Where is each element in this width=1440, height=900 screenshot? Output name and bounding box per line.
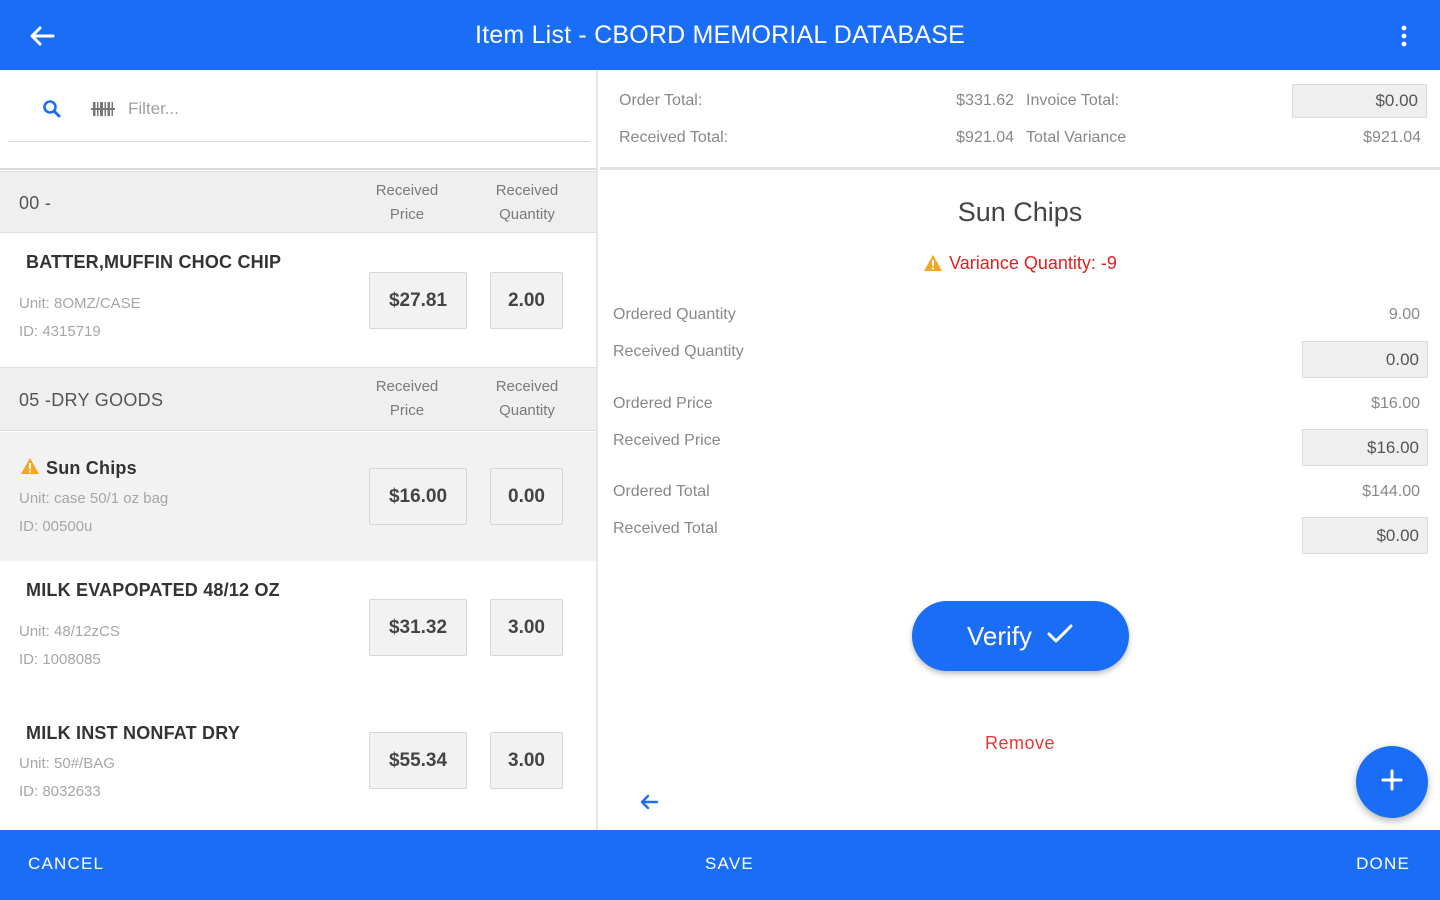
- item-unit: Unit: 8OMZ/CASE: [19, 295, 141, 312]
- done-button[interactable]: DONE: [1356, 854, 1410, 874]
- col-header-received-price: Received Price: [375, 182, 439, 223]
- remove-button[interactable]: Remove: [600, 733, 1440, 754]
- item-detail-pane: Order Total: $331.62 Invoice Total: $0.0…: [600, 70, 1440, 830]
- total-variance-label: Total Variance: [1026, 129, 1127, 146]
- totals-summary: Order Total: $331.62 Invoice Total: $0.0…: [600, 70, 1440, 170]
- list-item[interactable]: MILK EVAPOPATED 48/12 OZ Unit: 48/12zCS …: [0, 561, 596, 696]
- back-arrow-icon[interactable]: [638, 792, 660, 812]
- filter-underline: [8, 141, 590, 142]
- warning-icon: [20, 457, 40, 475]
- received-total-label: Received Total: [613, 520, 718, 537]
- item-name: Sun Chips: [46, 458, 137, 478]
- barcode-icon[interactable]: [90, 97, 116, 121]
- group-name: 00 -: [19, 193, 52, 213]
- ordered-price-value: $16.00: [1371, 395, 1420, 412]
- received-total-label: Received Total:: [619, 129, 729, 146]
- item-name: BATTER,MUFFIN CHOC CHIP: [26, 252, 282, 272]
- received-total-input[interactable]: $0.00: [1302, 517, 1428, 554]
- item-id: ID: 4315719: [19, 323, 101, 340]
- col-header-received-quantity: Received Quantity: [495, 378, 559, 419]
- item-id: ID: 1008085: [19, 651, 101, 668]
- item-id: ID: 8032633: [19, 783, 101, 800]
- item-name: MILK EVAPOPATED 48/12 OZ: [26, 580, 280, 600]
- received-quantity-input[interactable]: 0.00: [490, 468, 563, 525]
- received-quantity-input[interactable]: 2.00: [490, 272, 563, 329]
- item-id: ID: 00500u: [19, 518, 93, 535]
- bottom-action-bar: CANCEL SAVE DONE: [0, 830, 1440, 900]
- ordered-price-label: Ordered Price: [613, 395, 713, 412]
- variance-warning: Variance Quantity: -9: [600, 253, 1440, 274]
- group-header: 05 -DRY GOODS Received Price Received Qu…: [0, 367, 596, 431]
- save-button[interactable]: SAVE: [705, 854, 754, 874]
- filter-bar: [0, 70, 596, 170]
- received-price-input[interactable]: $16.00: [369, 468, 467, 525]
- variance-text: Variance Quantity: -9: [949, 253, 1117, 273]
- received-price-label: Received Price: [613, 432, 721, 449]
- received-price-input[interactable]: $55.34: [369, 732, 467, 789]
- app-bar: Item List - CBORD MEMORIAL DATABASE: [0, 0, 1440, 70]
- page-title: Item List - CBORD MEMORIAL DATABASE: [475, 21, 965, 49]
- group-header: 00 - Received Price Received Quantity: [0, 171, 596, 233]
- plus-icon: [1380, 768, 1404, 797]
- received-quantity-input[interactable]: 3.00: [490, 732, 563, 789]
- received-quantity-input[interactable]: 0.00: [1302, 341, 1428, 378]
- order-total-value: $331.62: [956, 92, 1014, 109]
- item-unit: Unit: case 50/1 oz bag: [19, 490, 169, 507]
- group-name: 05 -DRY GOODS: [19, 390, 164, 410]
- ordered-quantity-value: 9.00: [1388, 306, 1420, 323]
- verify-label: Verify: [966, 620, 1033, 651]
- invoice-total-label: Invoice Total:: [1026, 92, 1120, 109]
- col-header-received-quantity: Received Quantity: [495, 182, 559, 223]
- received-price-input[interactable]: $16.00: [1302, 429, 1428, 466]
- add-item-button[interactable]: [1356, 746, 1428, 818]
- received-total-value: $921.04: [956, 129, 1014, 146]
- received-price-input[interactable]: $27.81: [369, 272, 467, 329]
- ordered-quantity-label: Ordered Quantity: [613, 306, 736, 323]
- cancel-button[interactable]: CANCEL: [28, 854, 104, 874]
- ordered-total-value: $144.00: [1362, 483, 1420, 500]
- item-unit: Unit: 48/12zCS: [19, 623, 120, 640]
- list-item[interactable]: BATTER,MUFFIN CHOC CHIP Unit: 8OMZ/CASE …: [0, 234, 596, 367]
- item-name: MILK INST NONFAT DRY: [26, 723, 240, 743]
- col-header-received-price: Received Price: [375, 378, 439, 419]
- search-icon[interactable]: [40, 97, 64, 121]
- invoice-total-input[interactable]: $0.00: [1292, 84, 1427, 118]
- more-vert-icon[interactable]: [1386, 18, 1422, 54]
- received-quantity-label: Received Quantity: [613, 343, 744, 360]
- order-total-label: Order Total:: [619, 92, 703, 109]
- check-icon: [1046, 621, 1074, 652]
- received-quantity-input[interactable]: 3.00: [490, 599, 563, 656]
- warning-icon: [923, 254, 943, 272]
- list-item-selected[interactable]: Sun Chips Unit: case 50/1 oz bag ID: 005…: [0, 432, 596, 561]
- filter-input[interactable]: [128, 94, 568, 124]
- verify-button[interactable]: Verify: [912, 601, 1129, 671]
- item-unit: Unit: 50#/BAG: [19, 755, 115, 772]
- detail-title: Sun Chips: [957, 197, 1083, 227]
- ordered-total-label: Ordered Total: [613, 483, 710, 500]
- list-item[interactable]: MILK INST NONFAT DRY Unit: 50#/BAG ID: 8…: [0, 696, 596, 830]
- total-variance-value: $921.04: [1363, 129, 1421, 146]
- received-price-input[interactable]: $31.32: [369, 599, 467, 656]
- item-list-pane: 00 - Received Price Received Quantity BA…: [0, 70, 598, 830]
